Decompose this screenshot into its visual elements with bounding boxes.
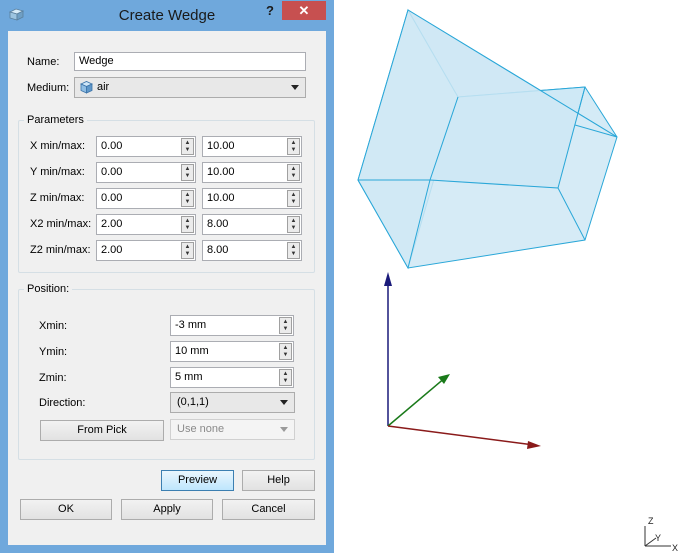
param-max-value: 10.00 bbox=[207, 140, 235, 152]
ymin-label: Ymin: bbox=[39, 346, 68, 358]
param-max-spinbox[interactable]: 8.00 ▲ ▼ bbox=[202, 214, 302, 235]
xmin-label: Xmin: bbox=[39, 320, 68, 332]
axes-gizmo bbox=[384, 272, 541, 449]
param-min-spinbox[interactable]: 0.00 ▲ ▼ bbox=[96, 136, 196, 157]
param-label: X min/max: bbox=[30, 140, 86, 152]
param-min-value: 2.00 bbox=[101, 218, 123, 230]
use-none-value: Use none bbox=[177, 423, 225, 435]
spin-arrows-icon[interactable]: ▲ ▼ bbox=[287, 138, 300, 155]
spin-arrows-icon[interactable]: ▲ ▼ bbox=[181, 138, 194, 155]
parameters-title: Parameters bbox=[24, 114, 87, 126]
zmin-label: Zmin: bbox=[39, 372, 67, 384]
medium-select[interactable]: air bbox=[74, 77, 306, 98]
spin-arrows-icon[interactable]: ▲ ▼ bbox=[287, 190, 300, 207]
cancel-button[interactable]: Cancel bbox=[222, 499, 315, 520]
spin-arrows-icon[interactable]: ▲ ▼ bbox=[279, 343, 292, 360]
position-title: Position: bbox=[24, 283, 73, 295]
x-axis-arrow-icon bbox=[527, 441, 541, 449]
close-button[interactable]: ✕ bbox=[282, 1, 326, 20]
spin-arrows-icon[interactable]: ▲ ▼ bbox=[287, 216, 300, 233]
triad-y-label: Y bbox=[655, 533, 661, 543]
xmin-value: -3 mm bbox=[175, 319, 207, 331]
direction-label: Direction: bbox=[39, 397, 86, 409]
dialog-body: Name: Wedge Medium: air Parameters Posit… bbox=[8, 31, 326, 545]
param-max-spinbox[interactable]: 10.00 ▲ ▼ bbox=[202, 162, 302, 183]
spin-arrows-icon[interactable]: ▲ ▼ bbox=[181, 242, 194, 259]
param-max-value: 10.00 bbox=[207, 166, 235, 178]
from-pick-button[interactable]: From Pick bbox=[40, 420, 164, 441]
help-button[interactable]: Help bbox=[242, 470, 315, 491]
direction-select[interactable]: (0,1,1) bbox=[170, 392, 295, 413]
param-label: Z2 min/max: bbox=[30, 244, 91, 256]
orientation-triad: Z Y X bbox=[644, 516, 678, 553]
z-axis-arrow-icon bbox=[384, 272, 392, 286]
param-max-spinbox[interactable]: 10.00 ▲ ▼ bbox=[202, 188, 302, 209]
name-input[interactable]: Wedge bbox=[74, 52, 306, 71]
apply-button[interactable]: Apply bbox=[121, 499, 213, 520]
zmin-value: 5 mm bbox=[175, 371, 203, 383]
chevron-down-icon bbox=[280, 400, 288, 405]
spin-arrows-icon[interactable]: ▲ ▼ bbox=[181, 164, 194, 181]
param-max-value: 10.00 bbox=[207, 192, 235, 204]
param-min-value: 0.00 bbox=[101, 166, 123, 178]
close-icon: ✕ bbox=[298, 3, 310, 18]
create-wedge-dialog: Create Wedge ? ✕ Name: Wedge Medium: air… bbox=[0, 0, 334, 553]
param-min-value: 2.00 bbox=[101, 244, 123, 256]
medium-value: air bbox=[97, 81, 110, 93]
param-label: X2 min/max: bbox=[30, 218, 92, 230]
spin-arrows-icon[interactable]: ▲ ▼ bbox=[181, 190, 194, 207]
wedge-shape bbox=[357, 8, 618, 270]
3d-viewport[interactable]: Z Y X bbox=[334, 0, 679, 553]
triad-z-label: Z bbox=[648, 516, 654, 526]
ymin-spinbox[interactable]: 10 mm ▲ ▼ bbox=[170, 341, 294, 362]
title-bar[interactable]: Create Wedge ? ✕ bbox=[0, 0, 334, 31]
xmin-spinbox[interactable]: -3 mm ▲ ▼ bbox=[170, 315, 294, 336]
param-label: Y min/max: bbox=[30, 166, 85, 178]
param-min-spinbox[interactable]: 0.00 ▲ ▼ bbox=[96, 162, 196, 183]
zmin-spinbox[interactable]: 5 mm ▲ ▼ bbox=[170, 367, 294, 388]
param-min-value: 0.00 bbox=[101, 192, 123, 204]
spin-arrows-icon[interactable]: ▲ ▼ bbox=[287, 164, 300, 181]
param-max-value: 8.00 bbox=[207, 218, 229, 230]
param-min-spinbox[interactable]: 2.00 ▲ ▼ bbox=[96, 214, 196, 235]
spin-arrows-icon[interactable]: ▲ ▼ bbox=[279, 369, 292, 386]
preview-button[interactable]: Preview bbox=[161, 470, 234, 491]
name-label: Name: bbox=[27, 56, 60, 68]
help-question-button[interactable]: ? bbox=[262, 3, 278, 21]
wedge-outline bbox=[357, 9, 618, 269]
direction-value: (0,1,1) bbox=[177, 396, 209, 408]
param-max-value: 8.00 bbox=[207, 244, 229, 256]
spin-arrows-icon[interactable]: ▲ ▼ bbox=[181, 216, 194, 233]
medium-cube-icon bbox=[80, 81, 93, 94]
y-axis-line bbox=[387, 376, 447, 427]
param-max-spinbox[interactable]: 8.00 ▲ ▼ bbox=[202, 240, 302, 261]
chevron-down-icon bbox=[280, 427, 288, 432]
param-label: Z min/max: bbox=[30, 192, 85, 204]
chevron-down-icon bbox=[291, 85, 299, 90]
use-none-select: Use none bbox=[170, 419, 295, 440]
triad-x-label: X bbox=[672, 543, 678, 553]
ok-button[interactable]: OK bbox=[20, 499, 112, 520]
medium-label: Medium: bbox=[27, 82, 70, 94]
param-min-spinbox[interactable]: 0.00 ▲ ▼ bbox=[96, 188, 196, 209]
spin-arrows-icon[interactable]: ▲ ▼ bbox=[279, 317, 292, 334]
ymin-value: 10 mm bbox=[175, 345, 209, 357]
param-min-value: 0.00 bbox=[101, 140, 123, 152]
param-min-spinbox[interactable]: 2.00 ▲ ▼ bbox=[96, 240, 196, 261]
param-max-spinbox[interactable]: 10.00 ▲ ▼ bbox=[202, 136, 302, 157]
spin-arrows-icon[interactable]: ▲ ▼ bbox=[287, 242, 300, 259]
x-axis-line bbox=[387, 425, 535, 446]
